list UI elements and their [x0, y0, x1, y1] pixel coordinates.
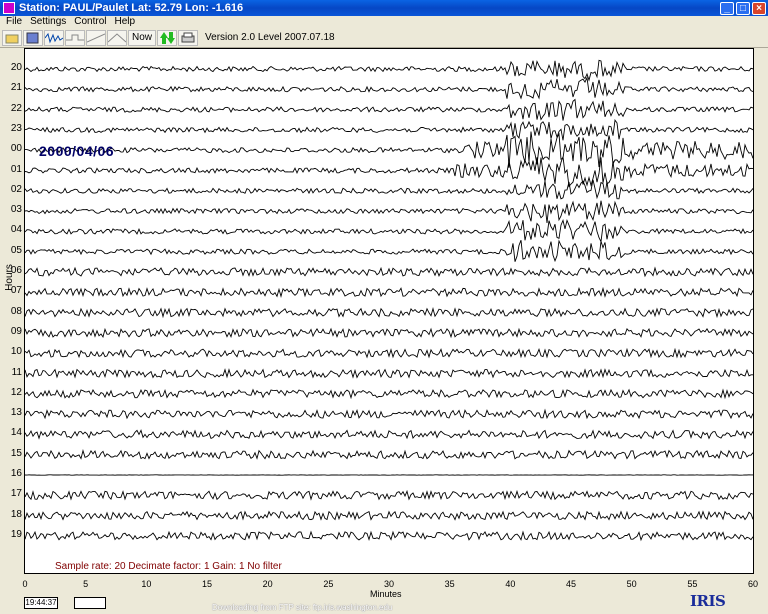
- hour-trace: [25, 368, 753, 379]
- hour-trace: [25, 266, 753, 278]
- hour-label: 17: [10, 488, 22, 500]
- hour-trace: [25, 76, 753, 100]
- hour-label: 00: [10, 143, 22, 155]
- seismogram-traces: [25, 59, 753, 542]
- hour-label: 05: [10, 244, 22, 256]
- save-icon: [26, 32, 39, 43]
- hour-trace: [25, 119, 753, 141]
- hour-label: 08: [10, 305, 22, 317]
- sample-info: Sample rate: 20 Decimate factor: 1 Gain:…: [55, 561, 282, 572]
- x-tick-label: 60: [747, 579, 758, 589]
- hour-label: 04: [10, 224, 22, 236]
- zoom-button[interactable]: [157, 29, 178, 46]
- hour-trace: [25, 200, 753, 223]
- time-display: 19:44:37: [24, 597, 58, 609]
- x-tick-label: 40: [505, 579, 516, 589]
- maximize-button[interactable]: □: [736, 1, 750, 15]
- x-tick-label: 30: [383, 579, 394, 589]
- x-axis-title: Minutes: [370, 589, 402, 599]
- window-title: Station: PAUL/Paulet Lat: 52.79 Lon: -1.…: [19, 2, 244, 14]
- open-file-button[interactable]: [2, 29, 22, 46]
- hour-label: 21: [10, 82, 22, 94]
- x-tick-label: 5: [83, 579, 89, 589]
- open-folder-icon: [5, 34, 19, 43]
- x-tick-label: 0: [22, 579, 28, 589]
- hour-trace: [25, 429, 753, 440]
- hour-trace: [25, 156, 753, 188]
- right-gutter: [755, 48, 768, 574]
- hour-trace: [25, 327, 753, 339]
- hour-trace: [25, 98, 753, 121]
- hour-label: 16: [10, 468, 22, 479]
- hour-label: 03: [10, 204, 22, 216]
- waveform-icon: [45, 32, 63, 44]
- hour-trace: [25, 131, 753, 168]
- slope-icon: [87, 33, 105, 42]
- hour-trace: [25, 489, 753, 501]
- hour-trace: [25, 510, 753, 521]
- hour-label: 14: [10, 427, 22, 439]
- menu-file[interactable]: File: [2, 16, 26, 28]
- menu-bar: File Settings Control Help: [0, 16, 768, 28]
- hour-label: 01: [10, 163, 22, 175]
- hour-label: 13: [10, 407, 22, 419]
- hour-trace: [25, 530, 753, 542]
- hour-trace: [25, 388, 753, 400]
- hour-label: 20: [10, 62, 22, 73]
- filter-button[interactable]: [65, 29, 85, 46]
- hour-label: 15: [10, 447, 22, 459]
- version-label: Version 2.0 Level 2007.07.18: [205, 32, 335, 43]
- x-tick-label: 50: [626, 579, 637, 589]
- hour-trace: [25, 347, 753, 359]
- peak-icon: [108, 32, 126, 42]
- hour-label: 23: [10, 122, 22, 134]
- now-button[interactable]: Now: [128, 29, 157, 46]
- up-down-arrows-icon: [160, 31, 176, 44]
- print-button[interactable]: [178, 29, 199, 46]
- hour-label: 02: [10, 183, 22, 195]
- status-message: Downloading from FTP site: ftp.iris.wash…: [212, 603, 393, 612]
- x-tick-label: 10: [141, 579, 152, 589]
- hour-trace: [25, 239, 753, 263]
- hour-label: 10: [10, 346, 22, 358]
- slope-button[interactable]: [86, 29, 106, 46]
- close-button[interactable]: ×: [752, 1, 766, 15]
- hour-label: 12: [10, 386, 22, 398]
- hour-trace: [25, 59, 753, 82]
- x-tick-label: 20: [262, 579, 273, 589]
- hour-label: 18: [10, 508, 22, 520]
- app-icon: [3, 2, 15, 14]
- hour-label: 19: [10, 528, 22, 540]
- y-axis-title: Hours: [3, 264, 15, 291]
- hour-trace: [25, 218, 753, 244]
- toolbar: Now Version 2.0 Level 2007.07.18: [0, 28, 768, 48]
- filter-icon: [66, 34, 84, 40]
- hour-trace: [25, 408, 753, 420]
- peak-button[interactable]: [107, 29, 127, 46]
- x-tick-label: 55: [687, 579, 698, 589]
- empty-field: [74, 597, 106, 609]
- hour-trace: [25, 307, 753, 319]
- hour-label: 22: [10, 102, 22, 114]
- menu-control[interactable]: Control: [70, 16, 110, 28]
- x-tick-label: 25: [323, 579, 334, 589]
- hour-trace: [25, 286, 753, 298]
- seismogram-plot[interactable]: 2000/04/06 Sample rate: 20 Decimate fact…: [24, 48, 754, 574]
- title-bar: Station: PAUL/Paulet Lat: 52.79 Lon: -1.…: [0, 0, 768, 16]
- iris-logo: IRIS: [690, 592, 726, 610]
- menu-help[interactable]: Help: [111, 16, 140, 28]
- hour-trace: [25, 449, 753, 460]
- x-tick-label: 45: [565, 579, 576, 589]
- save-button[interactable]: [23, 29, 43, 46]
- printer-icon: [181, 32, 195, 42]
- waveform-view-button[interactable]: [44, 29, 64, 46]
- x-tick-label: 15: [201, 579, 212, 589]
- date-label: 2000/04/06: [39, 143, 115, 159]
- menu-settings[interactable]: Settings: [26, 16, 70, 28]
- hour-label: 11: [11, 366, 22, 378]
- hour-trace: [25, 179, 753, 200]
- minimize-button[interactable]: _: [720, 1, 734, 15]
- hour-label: 09: [10, 325, 22, 337]
- x-tick-label: 35: [444, 579, 455, 589]
